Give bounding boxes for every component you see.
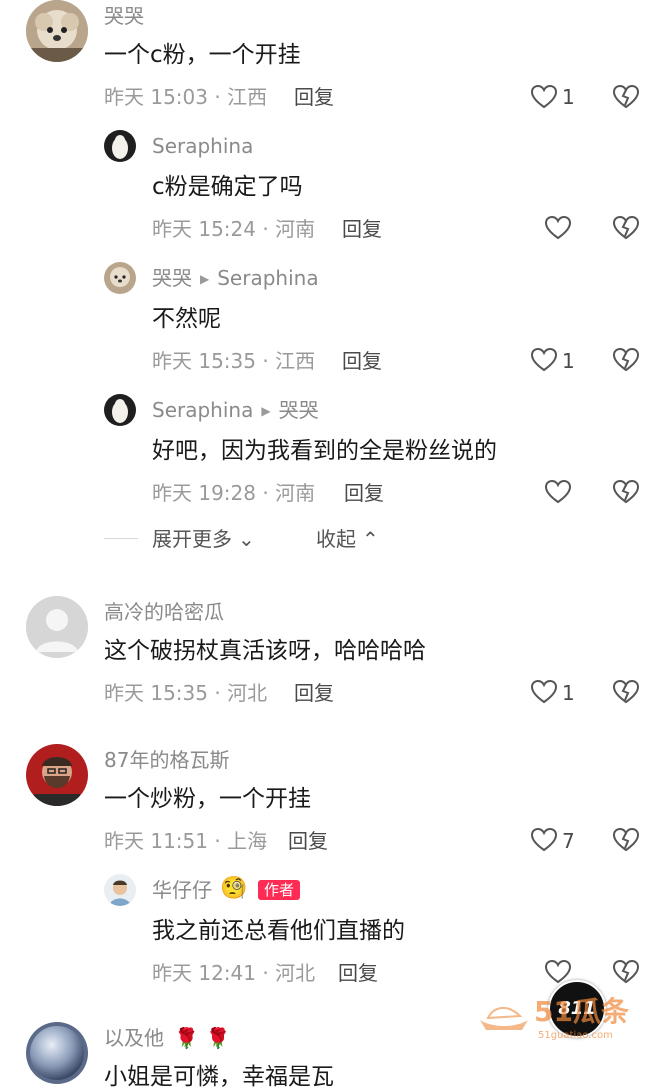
comment-meta: 昨天 15:03 · 江西 [104,85,268,109]
expand-more-label: 展开更多 [152,527,232,551]
reply-header: Seraphina ▶ 哭哭 [152,398,319,423]
avatar[interactable] [104,394,136,426]
broken-heart-icon[interactable] [612,83,640,111]
avatar[interactable] [26,1022,88,1084]
comment-text: 好吧，因为我看到的全是粉丝说的 [152,438,497,464]
broken-heart-icon[interactable] [612,214,640,242]
comment-meta: 昨天 15:24 · 河南 [152,217,316,241]
chevron-up-icon: ⌃ [362,527,379,551]
username[interactable]: 87年的格瓦斯 [104,748,229,772]
seraphina-avatar-icon [104,130,136,162]
comment-text: 一个炒粉，一个开挂 [104,786,311,812]
reply-button[interactable]: 回复 [342,348,382,374]
comment-text: 不然呢 [152,306,221,332]
glasses-emoji-icon: 🧐 [220,876,248,901]
avatar[interactable] [104,262,136,294]
avatar[interactable] [104,130,136,162]
username[interactable]: 哭哭 [104,4,144,28]
reply-button[interactable]: 回复 [338,960,378,986]
heart-icon[interactable] [544,214,572,242]
reply-button[interactable]: 回复 [294,680,334,706]
reply-to-arrow-icon: ▶ [261,404,271,418]
broken-heart-icon[interactable] [612,478,640,506]
comment-meta: 昨天 15:35 · 江西 [152,349,316,373]
man-avatar-icon [26,744,88,806]
comment-text: c粉是确定了吗 [152,174,303,200]
avatar[interactable] [26,744,88,806]
expand-more-button[interactable]: 展开更多 ⌄ [152,526,255,552]
dog-avatar-icon [104,262,136,294]
rose-emoji-icon: 🌹 🌹 [174,1026,231,1050]
heart-icon[interactable] [530,83,558,111]
like-count: 1 [562,349,575,373]
heart-icon[interactable] [544,478,572,506]
comment-text: 这个破拐杖真活该呀，哈哈哈哈 [104,638,426,664]
reply-button[interactable]: 回复 [344,480,384,506]
reply-header: 哭哭 ▶ Seraphina [152,266,319,291]
watermark: 51瓜条 51guatiao.com [478,990,658,1050]
watermark-url: 51guatiao.com [538,1030,613,1041]
like-count: 7 [562,829,575,853]
like-count: 1 [562,681,575,705]
comment-meta: 昨天 15:35 · 河北 [104,681,268,705]
username[interactable]: 以及他 [104,1026,164,1050]
heart-icon[interactable] [530,346,558,374]
comment-meta: 昨天 19:28 · 河南 [152,481,316,505]
heart-icon[interactable] [530,826,558,854]
broken-heart-icon[interactable] [612,958,640,986]
avatar[interactable] [104,874,136,906]
reply-to-username[interactable]: Seraphina [217,266,318,290]
collapse-button[interactable]: 收起 ⌃ [316,526,379,552]
reply-button[interactable]: 回复 [288,828,328,854]
boy-avatar-icon [104,874,136,906]
username[interactable]: 哭哭 [152,266,192,290]
broken-heart-icon[interactable] [612,678,640,706]
comment-meta: 昨天 11:51 · 上海 [104,829,268,853]
reply-button[interactable]: 回复 [342,216,382,242]
username[interactable]: Seraphina [152,134,253,158]
chevron-down-icon: ⌄ [238,527,255,551]
watermark-text: 51瓜条 [534,995,629,1028]
collapse-label: 收起 [316,527,356,551]
comment-text: 小姐是可憐，幸福是瓦 [104,1064,334,1090]
broken-heart-icon[interactable] [612,346,640,374]
username-row: 以及他 🌹 🌹 [104,1026,231,1050]
reply-button[interactable]: 回复 [294,84,334,110]
broken-heart-icon[interactable] [612,826,640,854]
author-badge: 作者 [258,880,301,900]
seraphina-avatar-icon [104,394,136,426]
default-avatar-icon [26,596,88,658]
reply-to-username[interactable]: 哭哭 [279,398,319,422]
dog-avatar-icon [26,0,88,62]
username[interactable]: 高冷的哈密瓜 [104,600,224,624]
sphere-avatar-icon [26,1022,88,1084]
comment-text: 一个c粉，一个开挂 [104,42,301,68]
username[interactable]: Seraphina [152,398,253,422]
reply-to-arrow-icon: ▶ [200,272,210,286]
like-count: 1 [562,85,575,109]
divider [104,538,138,539]
comment-text: 我之前还总看他们直播的 [152,918,405,944]
username[interactable]: 华仔仔 [152,878,212,902]
avatar[interactable] [26,0,88,62]
heart-icon[interactable] [530,678,558,706]
boat-logo-icon [480,1007,528,1030]
comment-meta: 昨天 12:41 · 河北 [152,961,316,985]
avatar[interactable] [26,596,88,658]
